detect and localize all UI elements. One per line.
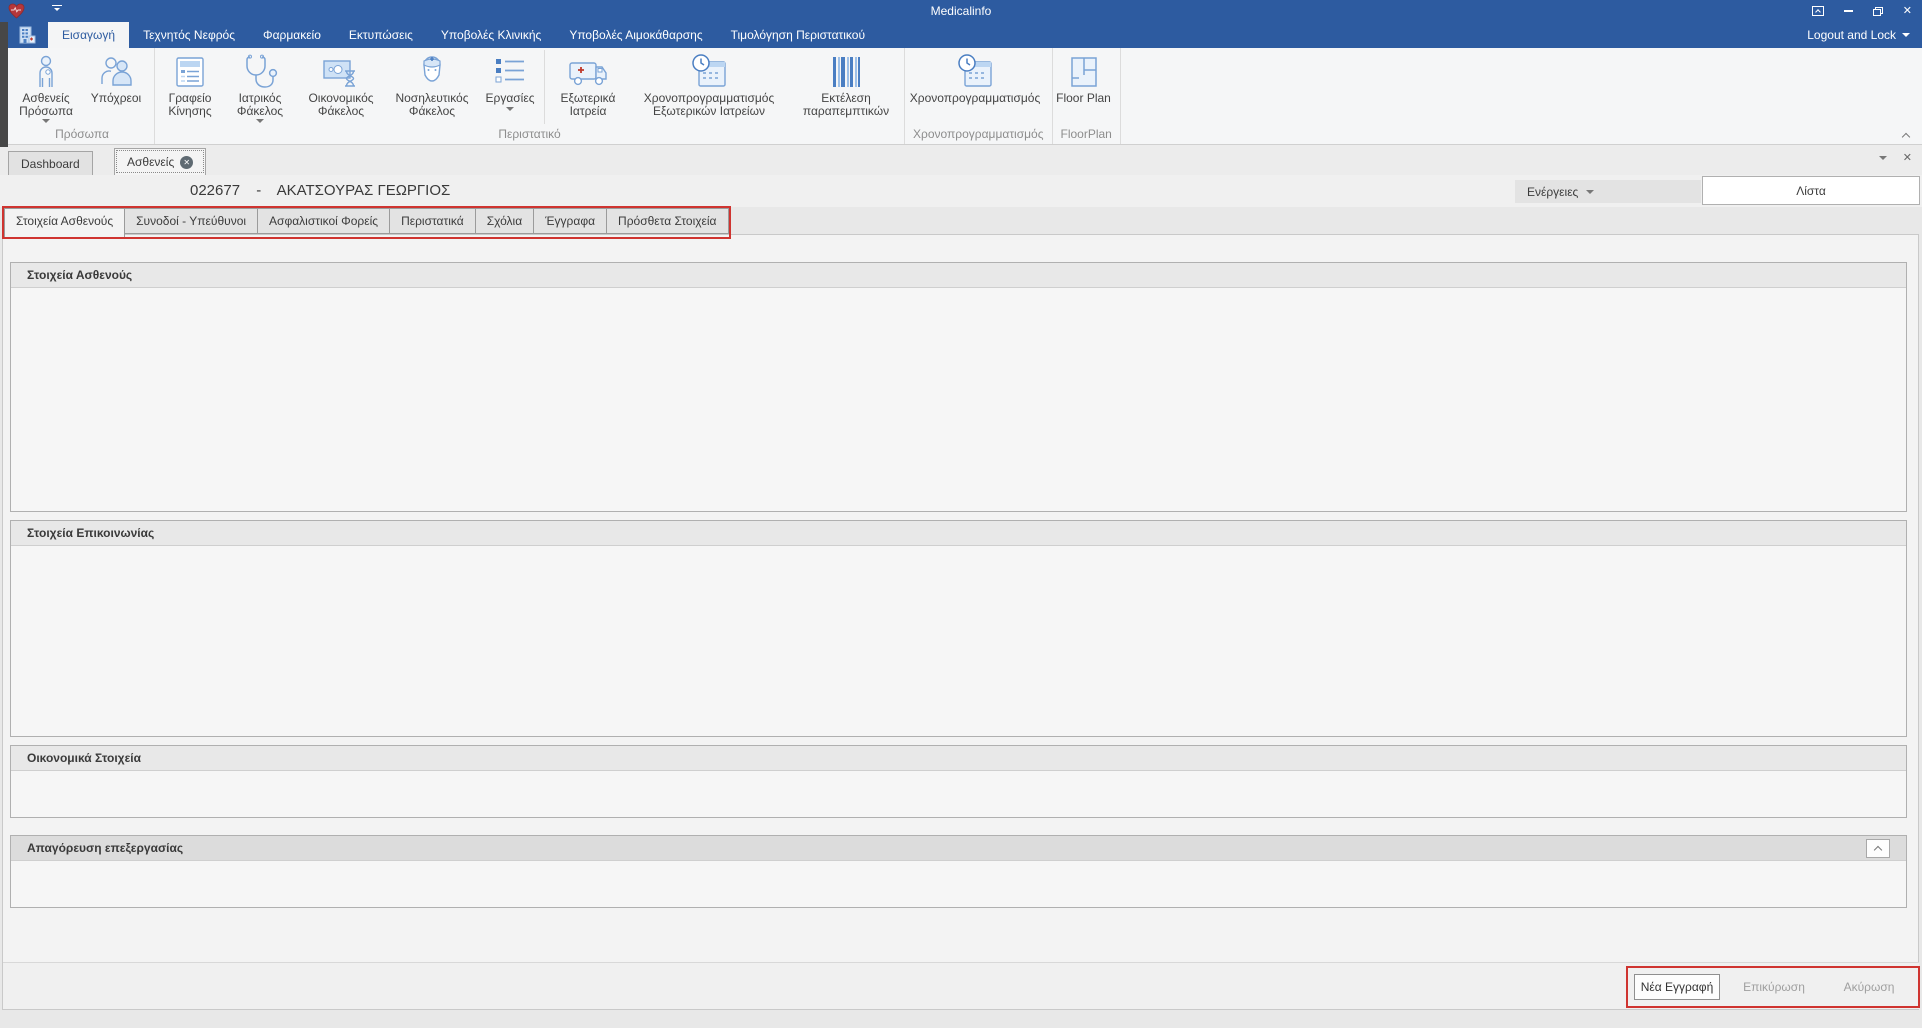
document-tab-bar: Dashboard Ασθενείς ✕ ✕ bbox=[0, 145, 1922, 175]
window-title: Medicalinfo bbox=[0, 0, 1922, 22]
ribbon-separator bbox=[544, 50, 545, 124]
ribbon-button-ergasies[interactable]: Εργασίες bbox=[479, 48, 541, 126]
section-title: Απαγόρευση επεξεργασίας bbox=[11, 836, 1906, 861]
dropdown-caret-icon bbox=[506, 107, 514, 111]
close-button[interactable]: ✕ bbox=[1903, 0, 1912, 22]
list-button[interactable]: Λίστα bbox=[1702, 176, 1920, 205]
document-list-icon bbox=[172, 52, 208, 92]
menu-tab-eisagogi[interactable]: Εισαγωγή bbox=[48, 22, 129, 48]
ribbon: Ασθενείς Πρόσωπα Υπόχρεοι Πρόσωπα Γραφεί… bbox=[0, 48, 1922, 145]
ribbon-group-floorplan: Floor Plan FloorPlan bbox=[1053, 48, 1121, 144]
ambulance-icon bbox=[567, 52, 609, 92]
ribbon-button-iatrikos-fakelos[interactable]: Ιατρικός Φάκελος bbox=[223, 48, 297, 126]
section-edit-lock: Απαγόρευση επεξεργασίας bbox=[10, 835, 1907, 908]
desktop-edge bbox=[0, 22, 8, 147]
page-tab-asfalistikoi-foreis[interactable]: Ασφαλιστικοί Φορείς bbox=[258, 208, 390, 234]
patient-person-icon bbox=[29, 52, 63, 92]
page-tab-synodoi[interactable]: Συνοδοί - Υπεύθυνοι bbox=[125, 208, 258, 234]
tab-list-dropdown-icon[interactable] bbox=[1879, 156, 1887, 160]
section-title: Στοιχεία Ασθενούς bbox=[11, 263, 1906, 288]
dropdown-caret-icon bbox=[256, 119, 264, 123]
chevron-down-icon bbox=[1586, 190, 1594, 194]
tab-close-icon[interactable]: ✕ bbox=[180, 156, 193, 169]
schedule-calendar-clock-icon bbox=[955, 52, 995, 92]
ribbon-collapse-icon[interactable] bbox=[1898, 128, 1914, 142]
ribbon-display-options-icon[interactable] bbox=[1812, 6, 1824, 16]
section-contact-details: Στοιχεία Επικοινωνίας bbox=[10, 520, 1907, 737]
menubar: Εισαγωγή Τεχνητός Νεφρός Φαρμακείο Εκτυπ… bbox=[0, 22, 1922, 48]
ribbon-button-eksoterika-iatreia[interactable]: Εξωτερικά Ιατρεία bbox=[548, 48, 628, 126]
tasks-checklist-icon bbox=[492, 52, 528, 92]
barcode-icon bbox=[828, 52, 864, 92]
ribbon-button-floor-plan[interactable]: Floor Plan bbox=[1055, 48, 1113, 126]
ribbon-group-label: Πρόσωπα bbox=[12, 126, 152, 144]
ribbon-group-label: Χρονοπρογραμματισμός bbox=[907, 126, 1050, 144]
cancel-button[interactable]: Ακύρωση bbox=[1836, 974, 1902, 1000]
menu-tab-ektyposeis[interactable]: Εκτυπώσεις bbox=[335, 22, 427, 48]
logout-and-lock-button[interactable]: Logout and Lock bbox=[1807, 22, 1910, 48]
titlebar: Medicalinfo ✕ bbox=[0, 0, 1922, 22]
ribbon-button-ypoxreoi[interactable]: Υπόχρεοι bbox=[80, 48, 152, 126]
page-tabs-annotation-box: Στοιχεία Ασθενούς Συνοδοί - Υπεύθυνοι Ασ… bbox=[2, 206, 731, 239]
finance-hourglass-icon bbox=[321, 52, 361, 92]
ribbon-button-ektelesi-parapemptikon[interactable]: Εκτέλεση παραπεμπτικών bbox=[790, 48, 902, 126]
schedule-calendar-clock-icon bbox=[689, 52, 729, 92]
actions-button[interactable]: Ενέργειες bbox=[1515, 180, 1701, 203]
ribbon-button-grafeio-kinisis[interactable]: Γραφείο Κίνησης bbox=[157, 48, 223, 126]
page-tab-sxolia[interactable]: Σχόλια bbox=[476, 208, 534, 234]
section-title: Οικονομικά Στοιχεία bbox=[11, 746, 1906, 771]
patient-title: 022677 - ΑΚΑΤΣΟΥΡΑΣ ΓΕΩΡΓΙΟΣ bbox=[190, 175, 462, 207]
section-collapse-icon[interactable] bbox=[1866, 839, 1890, 858]
menu-tab-farmakeio[interactable]: Φαρμακείο bbox=[249, 22, 335, 48]
ribbon-group-xronoprogrammatismos: Χρονοπρογραμματισμός Χρονοπρογραμματισμό… bbox=[905, 48, 1053, 144]
menu-tab-ypovoles-aimokatharsis[interactable]: Υποβολές Αιμοκάθαρσης bbox=[555, 22, 716, 48]
tab-close-all-icon[interactable]: ✕ bbox=[1903, 151, 1912, 164]
chevron-down-icon bbox=[1902, 33, 1910, 37]
application-button[interactable] bbox=[14, 24, 40, 46]
ribbon-button-nosileytikos-fakelos[interactable]: Νοσηλευτικός Φάκελος bbox=[385, 48, 479, 126]
menu-tab-ypovoles-klinikis[interactable]: Υποβολές Κλινικής bbox=[427, 22, 555, 48]
minimize-button[interactable] bbox=[1844, 10, 1853, 12]
ribbon-group-peristatiko: Γραφείο Κίνησης Ιατρικός Φάκελος Οικονομ… bbox=[155, 48, 905, 144]
section-title: Στοιχεία Επικοινωνίας bbox=[11, 521, 1906, 546]
floor-plan-icon bbox=[1067, 52, 1101, 92]
page-tab-peristatika[interactable]: Περιστατικά bbox=[390, 208, 476, 234]
ribbon-button-astheneis-prosopa[interactable]: Ασθενείς Πρόσωπα bbox=[12, 48, 80, 126]
page-tab-eggrafa[interactable]: Έγγραφα bbox=[534, 208, 607, 234]
separator: - bbox=[256, 182, 261, 199]
dropdown-caret-icon bbox=[42, 119, 50, 123]
ribbon-group-label: FloorPlan bbox=[1055, 126, 1118, 144]
people-icon bbox=[97, 52, 135, 92]
confirm-button[interactable]: Επικύρωση bbox=[1738, 974, 1810, 1000]
patient-name: ΑΚΑΤΣΟΥΡΑΣ ΓΕΩΡΓΙΟΣ bbox=[277, 182, 451, 199]
doc-tab-dashboard[interactable]: Dashboard bbox=[8, 151, 93, 175]
doc-tab-astheneis[interactable]: Ασθενείς ✕ bbox=[114, 148, 206, 175]
section-financial-details: Οικονομικά Στοιχεία bbox=[10, 745, 1907, 818]
restore-button[interactable] bbox=[1873, 7, 1883, 16]
ribbon-group-label: Περιστατικό bbox=[157, 126, 902, 144]
section-patient-details: Στοιχεία Ασθενούς bbox=[10, 262, 1907, 512]
stethoscope-icon bbox=[241, 52, 279, 92]
page-tab-prostheta-stoixeia[interactable]: Πρόσθετα Στοιχεία bbox=[607, 208, 728, 234]
menu-tabs: Εισαγωγή Τεχνητός Νεφρός Φαρμακείο Εκτυπ… bbox=[48, 22, 879, 48]
ribbon-button-xronoprogrammatismos-eksoterikon[interactable]: Χρονοπρογραμματισμός Εξωτερικών Ιατρείων bbox=[628, 48, 790, 126]
ribbon-button-oikonomikos-fakelos[interactable]: Οικονομικός Φάκελος bbox=[297, 48, 385, 126]
menu-tab-timologisi[interactable]: Τιμολόγηση Περιστατικού bbox=[717, 22, 879, 48]
menu-tab-texnitos-nefros[interactable]: Τεχνητός Νεφρός bbox=[129, 22, 249, 48]
ribbon-button-xronoprogrammatismos[interactable]: Χρονοπρογραμματισμός bbox=[907, 48, 1043, 126]
nurse-icon bbox=[414, 52, 450, 92]
new-record-button[interactable]: Νέα Εγγραφή bbox=[1634, 974, 1720, 1000]
page-tab-stoixeia-asthenous[interactable]: Στοιχεία Ασθενούς bbox=[4, 208, 125, 237]
patient-code: 022677 bbox=[190, 182, 240, 199]
ribbon-group-prosopa: Ασθενείς Πρόσωπα Υπόχρεοι Πρόσωπα bbox=[10, 48, 155, 144]
